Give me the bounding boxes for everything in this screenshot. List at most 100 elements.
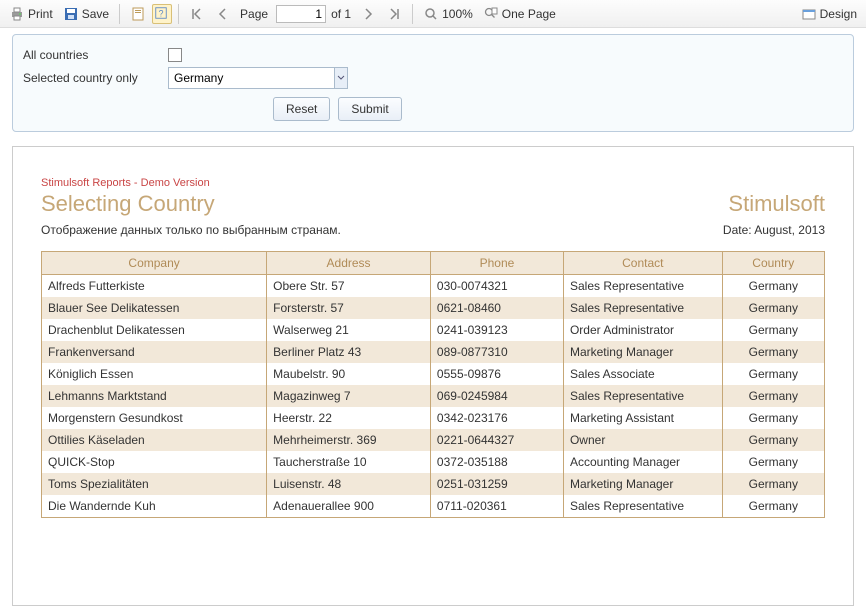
cell-country: Germany [722, 363, 824, 385]
cell-country: Germany [722, 275, 824, 298]
table-row: Lehmanns MarktstandMagazinweg 7069-02459… [42, 385, 825, 407]
cell-phone: 0555-09876 [430, 363, 563, 385]
cell-contact: Sales Representative [563, 275, 722, 298]
cell-contact: Sales Associate [563, 363, 722, 385]
table-row: Die Wandernde KuhAdenauerallee 9000711-0… [42, 495, 825, 518]
print-icon [9, 6, 25, 22]
cell-phone: 0241-039123 [430, 319, 563, 341]
design-button[interactable]: Design [797, 4, 861, 24]
page-label: Page [240, 7, 268, 21]
cell-country: Germany [722, 495, 824, 518]
zoom-icon [423, 6, 439, 22]
header-address: Address [267, 252, 431, 275]
table-row: Königlich EssenMaubelstr. 900555-09876Sa… [42, 363, 825, 385]
cell-country: Germany [722, 451, 824, 473]
page-input[interactable] [276, 5, 326, 23]
cell-address: Walserweg 21 [267, 319, 431, 341]
cell-country: Germany [722, 297, 824, 319]
toolbar: Print Save ? Page of 1 [0, 0, 866, 28]
table-row: QUICK-StopTaucherstraße 100372-035188Acc… [42, 451, 825, 473]
cell-address: Maubelstr. 90 [267, 363, 431, 385]
cell-company: Königlich Essen [42, 363, 267, 385]
next-page-icon [360, 6, 376, 22]
header-contact: Contact [563, 252, 722, 275]
cell-company: Die Wandernde Kuh [42, 495, 267, 518]
header-company: Company [42, 252, 267, 275]
parameters-icon: ? [154, 6, 170, 22]
prev-page-icon [215, 6, 231, 22]
cell-contact: Marketing Manager [563, 473, 722, 495]
last-page-icon [386, 6, 402, 22]
reset-button[interactable]: Reset [273, 97, 330, 121]
cell-country: Germany [722, 473, 824, 495]
table-row: Drachenblut DelikatessenWalserweg 210241… [42, 319, 825, 341]
design-icon [801, 6, 817, 22]
page-of-label: of 1 [331, 7, 351, 21]
header-country: Country [722, 252, 824, 275]
next-page-button[interactable] [356, 4, 380, 24]
cell-address: Heerstr. 22 [267, 407, 431, 429]
prev-page-button[interactable] [211, 4, 235, 24]
report-page: Stimulsoft Reports - Demo Version Select… [12, 146, 854, 606]
last-page-button[interactable] [382, 4, 406, 24]
combo-dropdown-button[interactable] [334, 68, 347, 88]
cell-country: Germany [722, 341, 824, 363]
data-table: Company Address Phone Contact Country Al… [41, 251, 825, 518]
report-date: Date: August, 2013 [723, 223, 825, 237]
cell-phone: 0342-023176 [430, 407, 563, 429]
parameters-button[interactable]: ? [152, 4, 172, 24]
demo-banner: Stimulsoft Reports - Demo Version [41, 177, 825, 189]
cell-address: Magazinweg 7 [267, 385, 431, 407]
cell-company: Toms Spezialitäten [42, 473, 267, 495]
table-header-row: Company Address Phone Contact Country [42, 252, 825, 275]
brand-label: Stimulsoft [728, 191, 825, 217]
chevron-down-icon [337, 71, 345, 85]
zoom-button[interactable]: 100% [419, 4, 477, 24]
cell-contact: Sales Representative [563, 297, 722, 319]
cell-company: Ottilies Käseladen [42, 429, 267, 451]
cell-company: Lehmanns Marktstand [42, 385, 267, 407]
all-countries-checkbox[interactable] [168, 48, 182, 62]
cell-address: Berliner Platz 43 [267, 341, 431, 363]
save-button[interactable]: Save [59, 4, 113, 24]
cell-company: QUICK-Stop [42, 451, 267, 473]
country-input[interactable] [169, 68, 334, 88]
report-subtitle: Отображение данных только по выбранным с… [41, 223, 341, 237]
separator [119, 4, 120, 24]
cell-contact: Marketing Assistant [563, 407, 722, 429]
separator [412, 4, 413, 24]
all-countries-label: All countries [23, 48, 168, 62]
design-label: Design [820, 7, 857, 21]
first-page-button[interactable] [185, 4, 209, 24]
cell-country: Germany [722, 429, 824, 451]
cell-address: Mehrheimerstr. 369 [267, 429, 431, 451]
submit-button[interactable]: Submit [338, 97, 401, 121]
separator [178, 4, 179, 24]
one-page-button[interactable]: One Page [479, 4, 560, 24]
cell-address: Taucherstraße 10 [267, 451, 431, 473]
cell-phone: 0251-031259 [430, 473, 563, 495]
cell-phone: 030-0074321 [430, 275, 563, 298]
report-title: Selecting Country [41, 191, 215, 217]
table-row: Alfreds FutterkisteObere Str. 57030-0074… [42, 275, 825, 298]
table-row: Toms SpezialitätenLuisenstr. 480251-0312… [42, 473, 825, 495]
cell-country: Germany [722, 385, 824, 407]
table-row: Morgenstern GesundkostHeerstr. 220342-02… [42, 407, 825, 429]
cell-country: Germany [722, 407, 824, 429]
one-page-icon [483, 6, 499, 22]
print-button[interactable]: Print [5, 4, 57, 24]
cell-contact: Sales Representative [563, 385, 722, 407]
cell-phone: 0621-08460 [430, 297, 563, 319]
table-row: FrankenversandBerliner Platz 43089-08773… [42, 341, 825, 363]
cell-phone: 089-0877310 [430, 341, 563, 363]
bookmarks-button[interactable] [126, 4, 150, 24]
save-icon [63, 6, 79, 22]
table-row: Ottilies KäseladenMehrheimerstr. 3690221… [42, 429, 825, 451]
cell-company: Frankenversand [42, 341, 267, 363]
one-page-label: One Page [502, 7, 556, 21]
country-combo[interactable] [168, 67, 348, 89]
cell-contact: Owner [563, 429, 722, 451]
cell-phone: 0221-0644327 [430, 429, 563, 451]
svg-text:?: ? [159, 8, 164, 18]
header-phone: Phone [430, 252, 563, 275]
